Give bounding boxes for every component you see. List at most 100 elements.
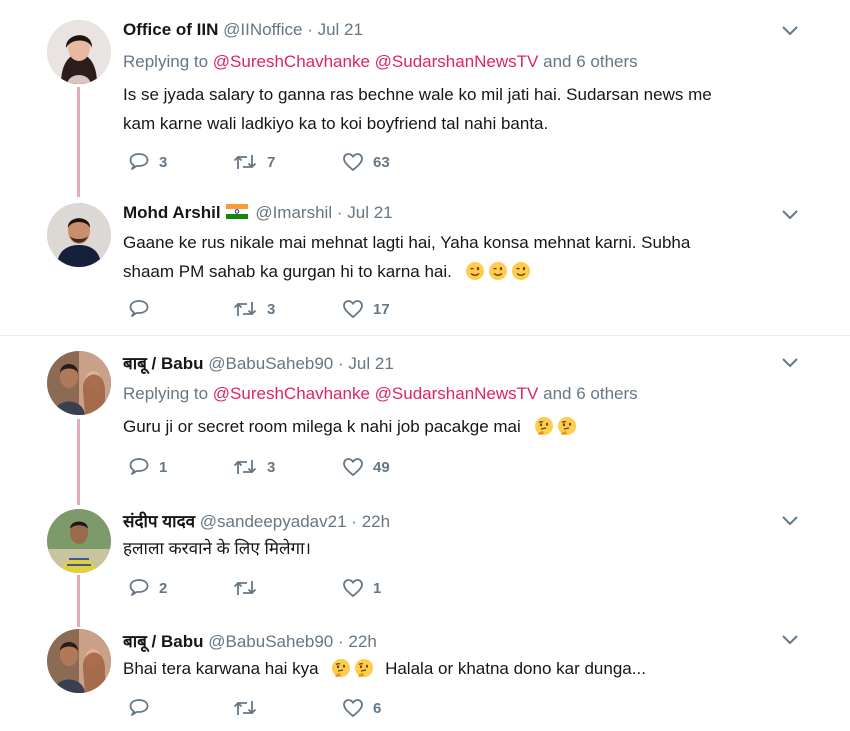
- timestamp[interactable]: Jul 21: [348, 354, 393, 373]
- avatar[interactable]: [47, 351, 111, 415]
- tweet-text: हलाला करवाने के लिए मिलेगा।: [123, 534, 803, 563]
- user-handle[interactable]: @BabuSaheb90: [208, 632, 333, 651]
- display-name[interactable]: बाबू / Babu: [123, 632, 204, 651]
- separator: ·: [338, 354, 344, 373]
- chevron-down-icon[interactable]: [781, 24, 799, 36]
- like-count: 17: [373, 300, 390, 318]
- retweet-icon: [233, 460, 257, 474]
- like-button[interactable]: 1: [342, 577, 381, 599]
- tweet-text: Bhai tera karwana hai kya Halala or khat…: [123, 654, 803, 683]
- reply-button[interactable]: 2: [128, 577, 167, 599]
- winking-face-icon: [511, 262, 530, 280]
- others-link[interactable]: and 6 others: [543, 52, 638, 71]
- reply-button[interactable]: 3: [128, 151, 167, 173]
- thinking-face-icon: [557, 417, 576, 435]
- tweet-text-line: kam karne wali ladkiyo ka to koi boyfrie…: [123, 114, 549, 133]
- like-count: 49: [373, 458, 390, 476]
- chevron-down-icon[interactable]: [781, 633, 799, 645]
- others-link[interactable]: and 6 others: [543, 384, 638, 403]
- separator: ·: [338, 632, 344, 651]
- like-count: 63: [373, 153, 390, 171]
- reply-icon: [129, 153, 149, 170]
- retweet-count: 3: [267, 458, 276, 476]
- tweet[interactable]: बाबू / Babu @BabuSaheb90 · Jul 21 Replyi…: [0, 336, 850, 496]
- mention-link[interactable]: @SureshChavhanke: [213, 52, 370, 71]
- tweet-text-content: shaam PM sahab ka gurgan hi to karna hai…: [123, 262, 452, 281]
- reply-count: 2: [159, 579, 168, 597]
- separator: ·: [307, 20, 313, 39]
- mention-link[interactable]: @SudarshanNewsTV: [375, 52, 539, 71]
- display-name[interactable]: संदीप यादव: [123, 512, 195, 531]
- reply-count: 1: [159, 458, 168, 476]
- heart-icon: [343, 699, 363, 717]
- display-name[interactable]: Mohd Arshil: [123, 203, 221, 222]
- user-handle[interactable]: @BabuSaheb90: [208, 354, 333, 373]
- tweet-text-content: Guru ji or secret room milega k nahi job…: [123, 417, 521, 436]
- separator: ·: [336, 203, 343, 222]
- retweet-count: 3: [267, 300, 276, 318]
- chevron-down-icon[interactable]: [781, 208, 799, 220]
- like-button[interactable]: 63: [342, 151, 390, 173]
- like-button[interactable]: 49: [342, 456, 390, 478]
- timestamp[interactable]: 22h: [362, 512, 390, 531]
- display-name[interactable]: Office of IIN: [123, 20, 218, 39]
- reply-button[interactable]: 1: [128, 456, 167, 478]
- avatar[interactable]: [47, 629, 111, 693]
- chevron-down-icon[interactable]: [781, 514, 799, 526]
- retweet-button[interactable]: 3: [232, 456, 275, 478]
- like-button[interactable]: 17: [342, 298, 390, 320]
- tweet-text: Is se jyada salary to ganna ras bechne w…: [123, 80, 803, 138]
- timestamp[interactable]: Jul 21: [318, 20, 363, 39]
- reply-button[interactable]: [128, 697, 159, 719]
- replying-to: Replying to @SureshChavhanke @SudarshanN…: [123, 52, 638, 72]
- heart-icon: [343, 579, 363, 597]
- user-handle[interactable]: @Imarshil: [255, 203, 332, 222]
- chevron-down-icon[interactable]: [781, 356, 799, 368]
- avatar[interactable]: [47, 509, 111, 573]
- tweet-text: Gaane ke rus nikale mai mehnat lagti hai…: [123, 228, 803, 286]
- india-flag-icon: [225, 204, 248, 219]
- tweet-header: संदीप यादव @sandeepyadav21 · 22h: [123, 509, 390, 532]
- like-button[interactable]: 6: [342, 697, 381, 719]
- mention-link[interactable]: @SureshChavhanke: [213, 384, 370, 403]
- retweet-icon: [233, 701, 257, 715]
- reply-count: 3: [159, 153, 168, 171]
- tweet-header: बाबू / Babu @BabuSaheb90 · 22h: [123, 629, 377, 652]
- timestamp[interactable]: 22h: [348, 632, 376, 651]
- retweet-button[interactable]: 3: [232, 298, 275, 320]
- tweet-header: बाबू / Babu @BabuSaheb90 · Jul 21: [123, 351, 394, 374]
- heart-icon: [343, 300, 363, 318]
- avatar[interactable]: [47, 203, 111, 267]
- retweet-icon: [233, 581, 257, 595]
- replying-to-label: Replying to: [123, 52, 209, 71]
- tweet[interactable]: बाबू / Babu @BabuSaheb90 · 22h Bhai tera…: [0, 618, 850, 731]
- user-handle[interactable]: @IINoffice: [223, 20, 302, 39]
- replying-to: Replying to @SureshChavhanke @SudarshanN…: [123, 384, 638, 404]
- retweet-button[interactable]: [232, 697, 267, 719]
- user-handle[interactable]: @sandeepyadav21: [200, 512, 347, 531]
- tweet-text: Guru ji or secret room milega k nahi job…: [123, 412, 803, 441]
- heart-icon: [343, 153, 363, 171]
- tweet-header: Office of IIN @IINoffice · Jul 21: [123, 20, 363, 40]
- tweet[interactable]: Office of IIN @IINoffice · Jul 21 Replyi…: [0, 0, 850, 190]
- tweet-text-line: shaam PM sahab ka gurgan hi to karna hai…: [123, 257, 803, 286]
- heart-icon: [343, 458, 363, 476]
- timestamp[interactable]: Jul 21: [347, 203, 392, 222]
- retweet-button[interactable]: [232, 577, 267, 599]
- separator: ·: [351, 512, 357, 531]
- tweet[interactable]: संदीप यादव @sandeepyadav21 · 22h हलाला क…: [0, 496, 850, 618]
- winking-face-icon: [465, 262, 484, 280]
- retweet-count: 7: [267, 153, 276, 171]
- retweet-button[interactable]: 7: [232, 151, 275, 173]
- display-name[interactable]: बाबू / Babu: [123, 354, 204, 373]
- mention-link[interactable]: @SudarshanNewsTV: [375, 384, 539, 403]
- tweet-text-line: Gaane ke rus nikale mai mehnat lagti hai…: [123, 233, 691, 252]
- avatar[interactable]: [47, 20, 111, 84]
- replying-to-label: Replying to: [123, 384, 209, 403]
- tweet[interactable]: Mohd Arshil @Imarshil · Jul 21 Gaane ke …: [0, 190, 850, 335]
- tweet-text-line: Is se jyada salary to ganna ras bechne w…: [123, 85, 712, 104]
- reply-button[interactable]: [128, 298, 159, 320]
- like-count: 1: [373, 579, 382, 597]
- winking-face-icon: [488, 262, 507, 280]
- thinking-face-icon: [355, 659, 374, 677]
